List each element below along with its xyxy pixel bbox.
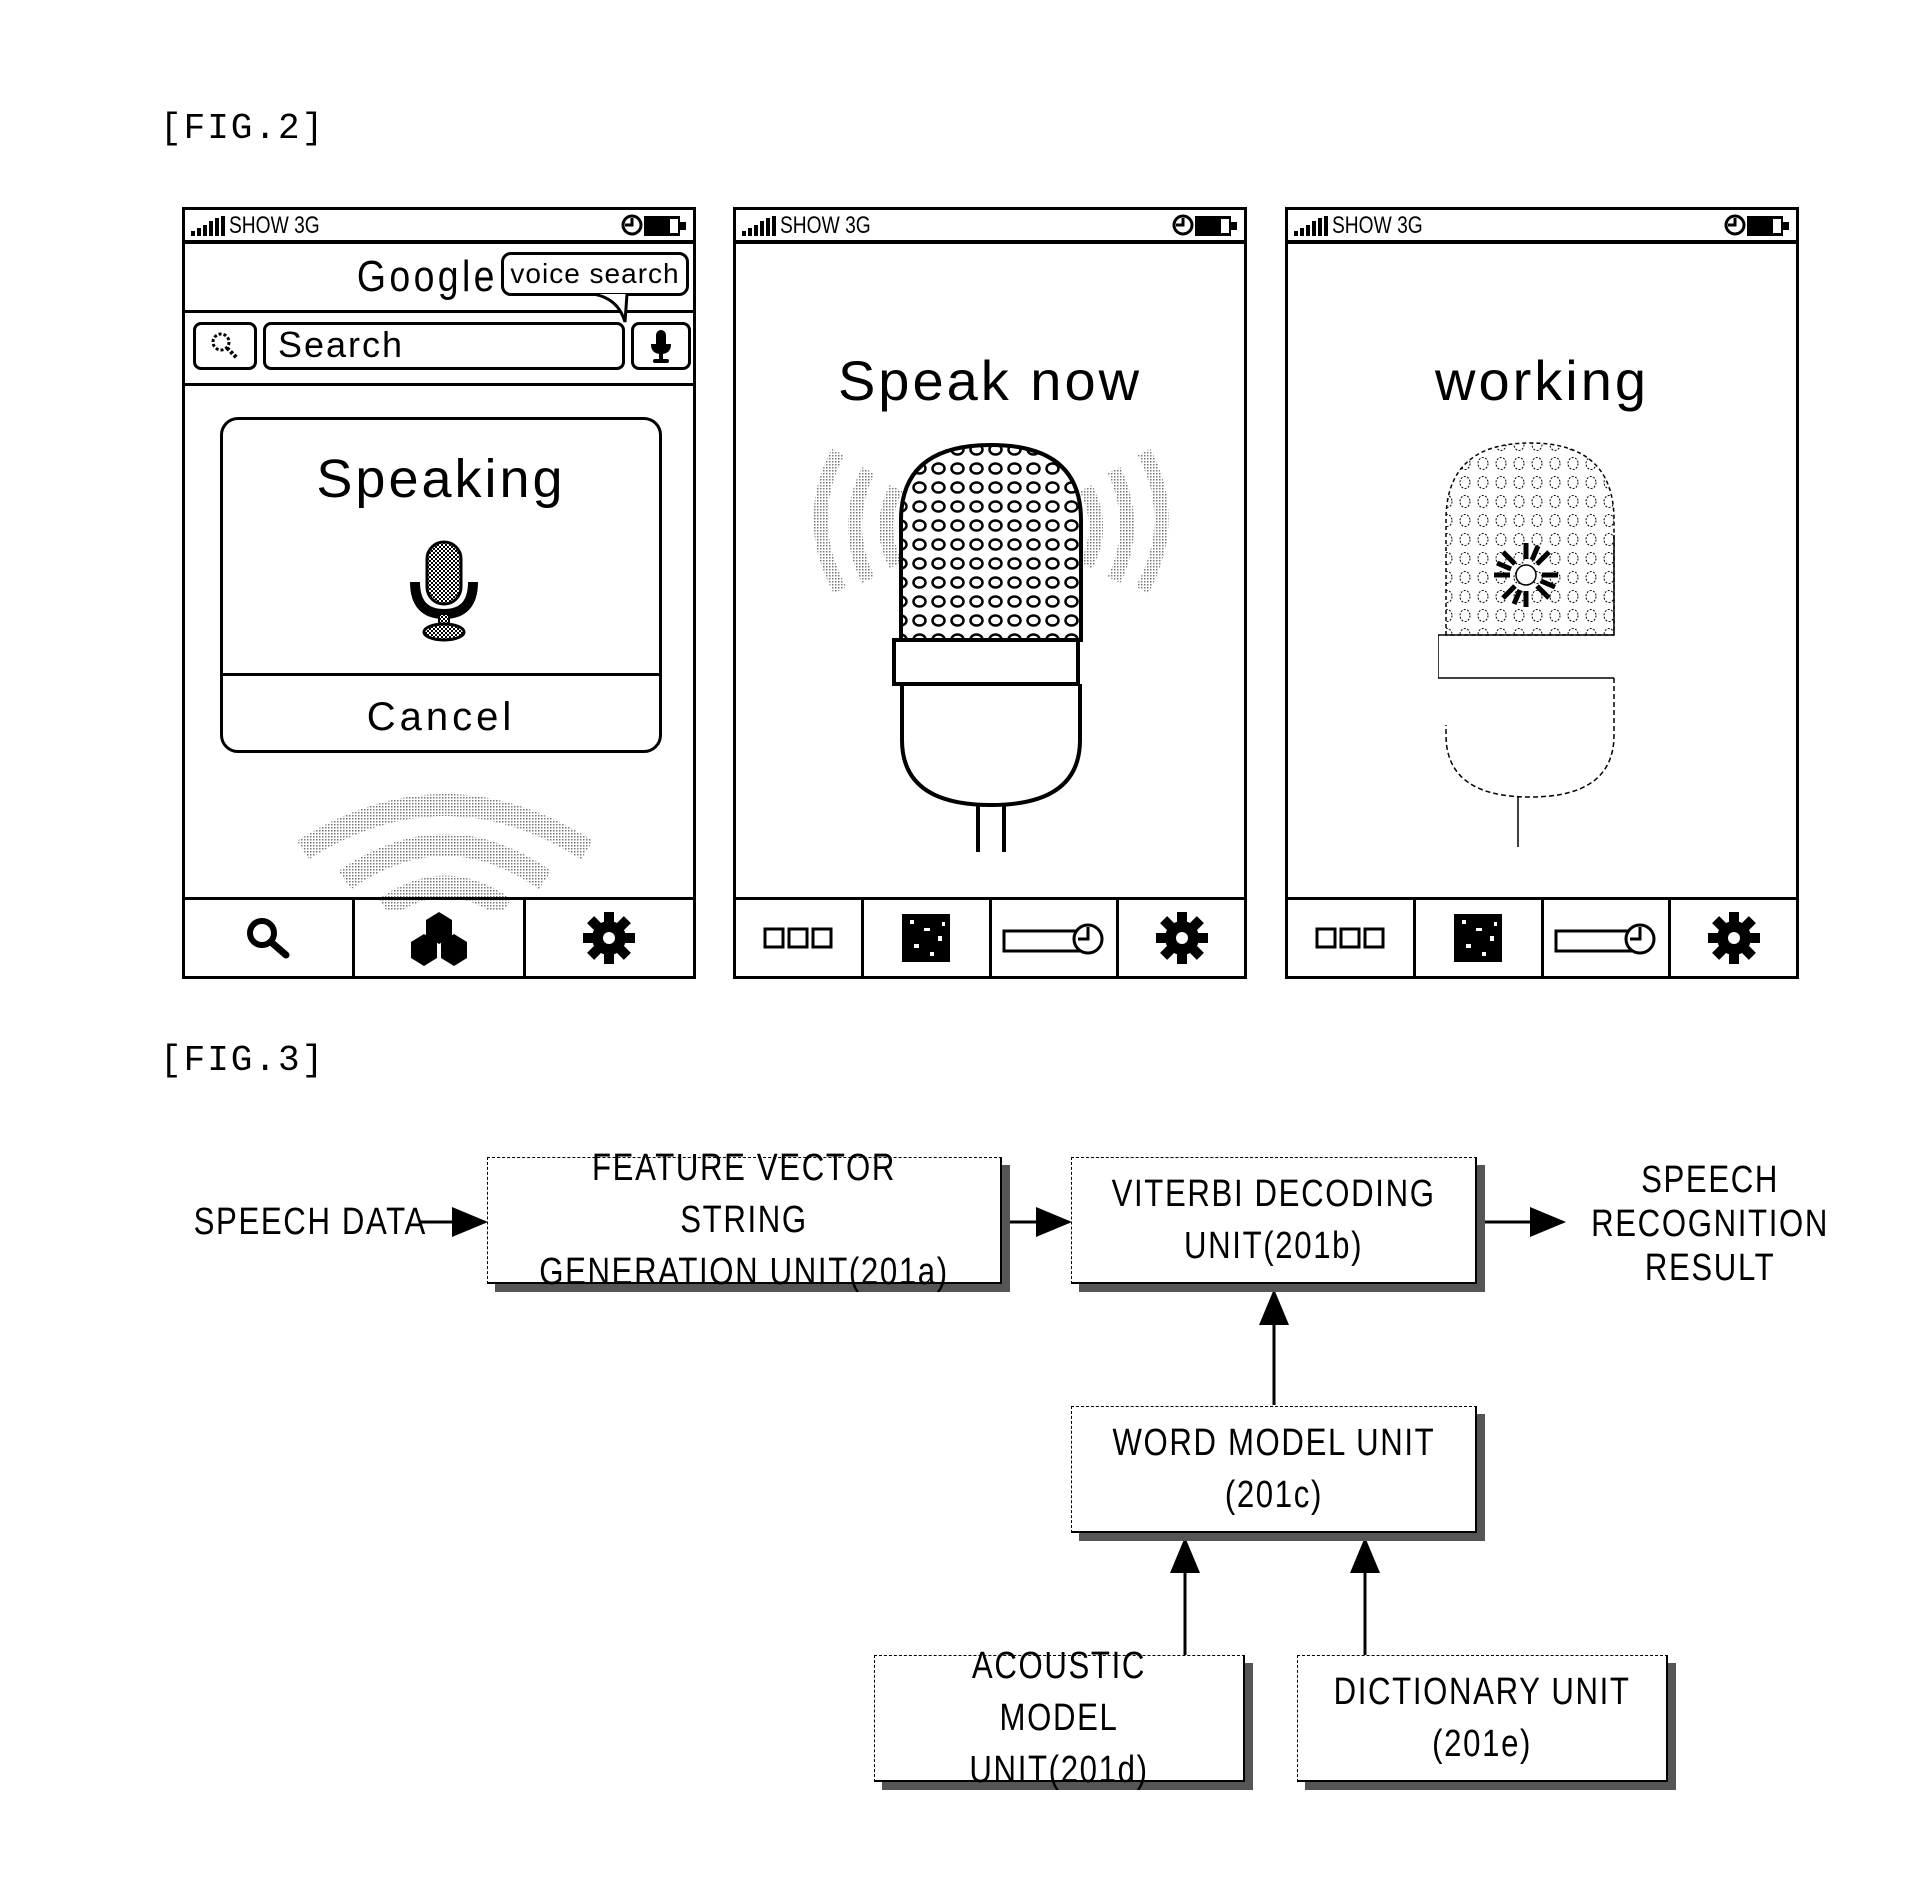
word-model-unit-box: WORD MODEL UNIT (201c) bbox=[1071, 1406, 1477, 1533]
viterbi-decoding-unit-box: VITERBI DECODING UNIT(201b) bbox=[1071, 1157, 1477, 1284]
flow-arrows bbox=[420, 1207, 1566, 1655]
viterbi-box-text: VITERBI DECODING UNIT(201b) bbox=[1111, 1173, 1436, 1267]
acoustic-box-text: ACOUSTIC MODEL UNIT(201d) bbox=[969, 1645, 1149, 1791]
feature-vector-unit-box: FEATURE VECTOR STRING GENERATION UNIT(20… bbox=[487, 1147, 1002, 1293]
speech-data-text: SPEECH DATA bbox=[193, 1201, 427, 1243]
speech-recognition-result-label: SPEECH RECOGNITION RESULT bbox=[1565, 1158, 1827, 1290]
speech-data-label: SPEECH DATA bbox=[168, 1200, 453, 1244]
dictionary-unit-box: DICTIONARY UNIT (201e) bbox=[1297, 1655, 1668, 1782]
acoustic-model-unit-box: ACOUSTIC MODEL UNIT(201d) bbox=[874, 1645, 1245, 1791]
feature-box-text: FEATURE VECTOR STRING GENERATION UNIT(20… bbox=[539, 1147, 949, 1293]
dictionary-box-text: DICTIONARY UNIT (201e) bbox=[1333, 1671, 1631, 1765]
word-model-box-text: WORD MODEL UNIT (201c) bbox=[1112, 1422, 1435, 1516]
result-text: SPEECH RECOGNITION RESULT bbox=[1591, 1159, 1830, 1289]
